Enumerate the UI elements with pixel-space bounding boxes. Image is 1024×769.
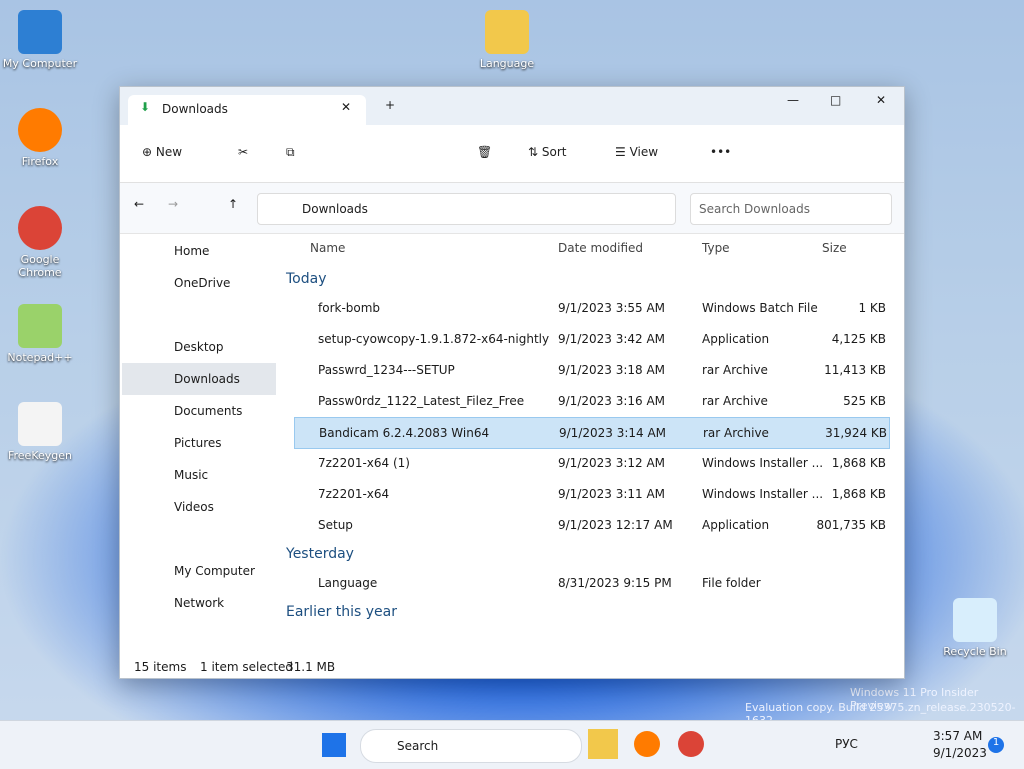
- back-icon[interactable]: ←: [134, 197, 144, 211]
- group-yesterday[interactable]: Yesterday: [286, 546, 354, 562]
- nav-network[interactable]: Network: [122, 587, 276, 619]
- desktop-icon-recycle-bin[interactable]: Recycle Bin: [935, 598, 1015, 658]
- more-options-icon[interactable]: •••: [710, 145, 731, 159]
- desktop-icon-notepadpp[interactable]: Notepad++: [0, 304, 80, 364]
- nav-home[interactable]: Home: [122, 235, 276, 267]
- start-button[interactable]: [322, 733, 346, 757]
- input-language[interactable]: РУС: [835, 737, 858, 751]
- search-box[interactable]: Search Downloads: [690, 193, 892, 225]
- taskbar-file-explorer[interactable]: [588, 729, 618, 759]
- command-bar: ⊕ New ✂ ⧉ 🗑 ⇅ Sort ☰ View •••: [120, 125, 904, 183]
- nav-desktop[interactable]: Desktop: [122, 331, 276, 363]
- navigation-pane: Home OneDrive Desktop Downloads Document…: [120, 233, 280, 653]
- download-icon: ⬇: [140, 100, 151, 114]
- nav-downloads[interactable]: Downloads: [122, 363, 276, 395]
- group-earlier-this-year[interactable]: Earlier this year: [286, 604, 397, 620]
- file-row[interactable]: Passw0rdz_1122_Latest_Filez_Free 9/1/2023…: [294, 386, 888, 416]
- new-tab-button[interactable]: +: [385, 98, 395, 112]
- desktop-icon-my-computer[interactable]: My Computer: [0, 10, 80, 70]
- nav-onedrive[interactable]: OneDrive: [122, 267, 276, 299]
- file-row[interactable]: Setup 9/1/2023 12:17 AM Application 801,735…: [294, 510, 888, 540]
- new-button[interactable]: ⊕ New: [142, 145, 182, 159]
- close-tab-icon[interactable]: ✕: [341, 100, 351, 114]
- file-row[interactable]: Passwrd_1234---SETUP 9/1/2023 3:18 AM rar …: [294, 355, 888, 385]
- nav-my-computer[interactable]: My Computer: [122, 555, 276, 587]
- taskbar: Search РУС 3:57 AM 9/1/2023 1: [0, 720, 1024, 769]
- taskbar-search-box[interactable]: Search: [360, 729, 582, 763]
- file-row[interactable]: setup-cyowcopy-1.9.1.872-x64-nightly 9/1/…: [294, 324, 888, 354]
- desktop-icon-freekeygen[interactable]: FreeKeygen: [0, 402, 80, 462]
- file-row[interactable]: Language 8/31/2023 9:15 PM File folder: [294, 568, 888, 598]
- clock-time[interactable]: 3:57 AM: [933, 729, 982, 743]
- column-header-name[interactable]: Name: [310, 241, 345, 255]
- close-window-button[interactable]: ✕: [876, 93, 886, 107]
- address-box[interactable]: Downloads: [257, 193, 676, 225]
- nav-pictures[interactable]: Pictures: [122, 427, 276, 459]
- nav-documents[interactable]: Documents: [122, 395, 276, 427]
- maximize-button[interactable]: □: [830, 93, 841, 107]
- desktop-icon-language[interactable]: Language: [467, 10, 547, 70]
- column-header-date[interactable]: Date modified: [558, 241, 643, 255]
- file-explorer-window: ⬇ Downloads ✕ + — □ ✕ ⊕ New ✂ ⧉ 🗑 ⇅ Sort…: [119, 86, 905, 679]
- copy-icon[interactable]: ⧉: [286, 145, 295, 160]
- minimize-button[interactable]: —: [787, 93, 799, 107]
- column-header-type[interactable]: Type: [702, 241, 730, 255]
- group-today[interactable]: Today: [286, 271, 327, 287]
- file-row[interactable]: 7z2201-x64 (1) 9/1/2023 3:12 AM Windows In…: [294, 448, 888, 478]
- desktop-icon-firefox[interactable]: Firefox: [0, 108, 80, 168]
- notification-badge[interactable]: 1: [988, 737, 1004, 753]
- clock-date[interactable]: 9/1/2023: [933, 746, 987, 760]
- file-row-selected[interactable]: Bandicam 6.2.4.2083 Win64 9/1/2023 3:14 A…: [294, 417, 890, 449]
- file-row[interactable]: 7z2201-x64 9/1/2023 3:11 AM Windows Instal…: [294, 479, 888, 509]
- file-row[interactable]: fork-bomb 9/1/2023 3:55 AM Windows Batch F…: [294, 293, 888, 323]
- tab-bar: ⬇ Downloads ✕ + — □ ✕: [120, 87, 904, 125]
- sort-button[interactable]: ⇅ Sort: [528, 145, 566, 159]
- up-icon[interactable]: ↑: [228, 197, 238, 211]
- status-bar: 15 items 1 item selected 31.1 MB: [134, 660, 336, 674]
- column-header-size[interactable]: Size: [822, 241, 847, 255]
- taskbar-firefox[interactable]: [634, 731, 660, 757]
- address-bar-area: ← → ↑ Downloads Search Downloads: [120, 183, 904, 234]
- forward-icon[interactable]: →: [168, 197, 178, 211]
- view-button[interactable]: ☰ View: [615, 145, 658, 159]
- delete-icon[interactable]: 🗑: [477, 145, 492, 159]
- taskbar-chrome[interactable]: [678, 731, 704, 757]
- cut-icon[interactable]: ✂: [238, 145, 248, 159]
- nav-music[interactable]: Music: [122, 459, 276, 491]
- nav-videos[interactable]: Videos: [122, 491, 276, 523]
- tab-downloads[interactable]: ⬇ Downloads ✕: [128, 95, 366, 125]
- desktop-icon-chrome[interactable]: Google Chrome: [0, 206, 80, 279]
